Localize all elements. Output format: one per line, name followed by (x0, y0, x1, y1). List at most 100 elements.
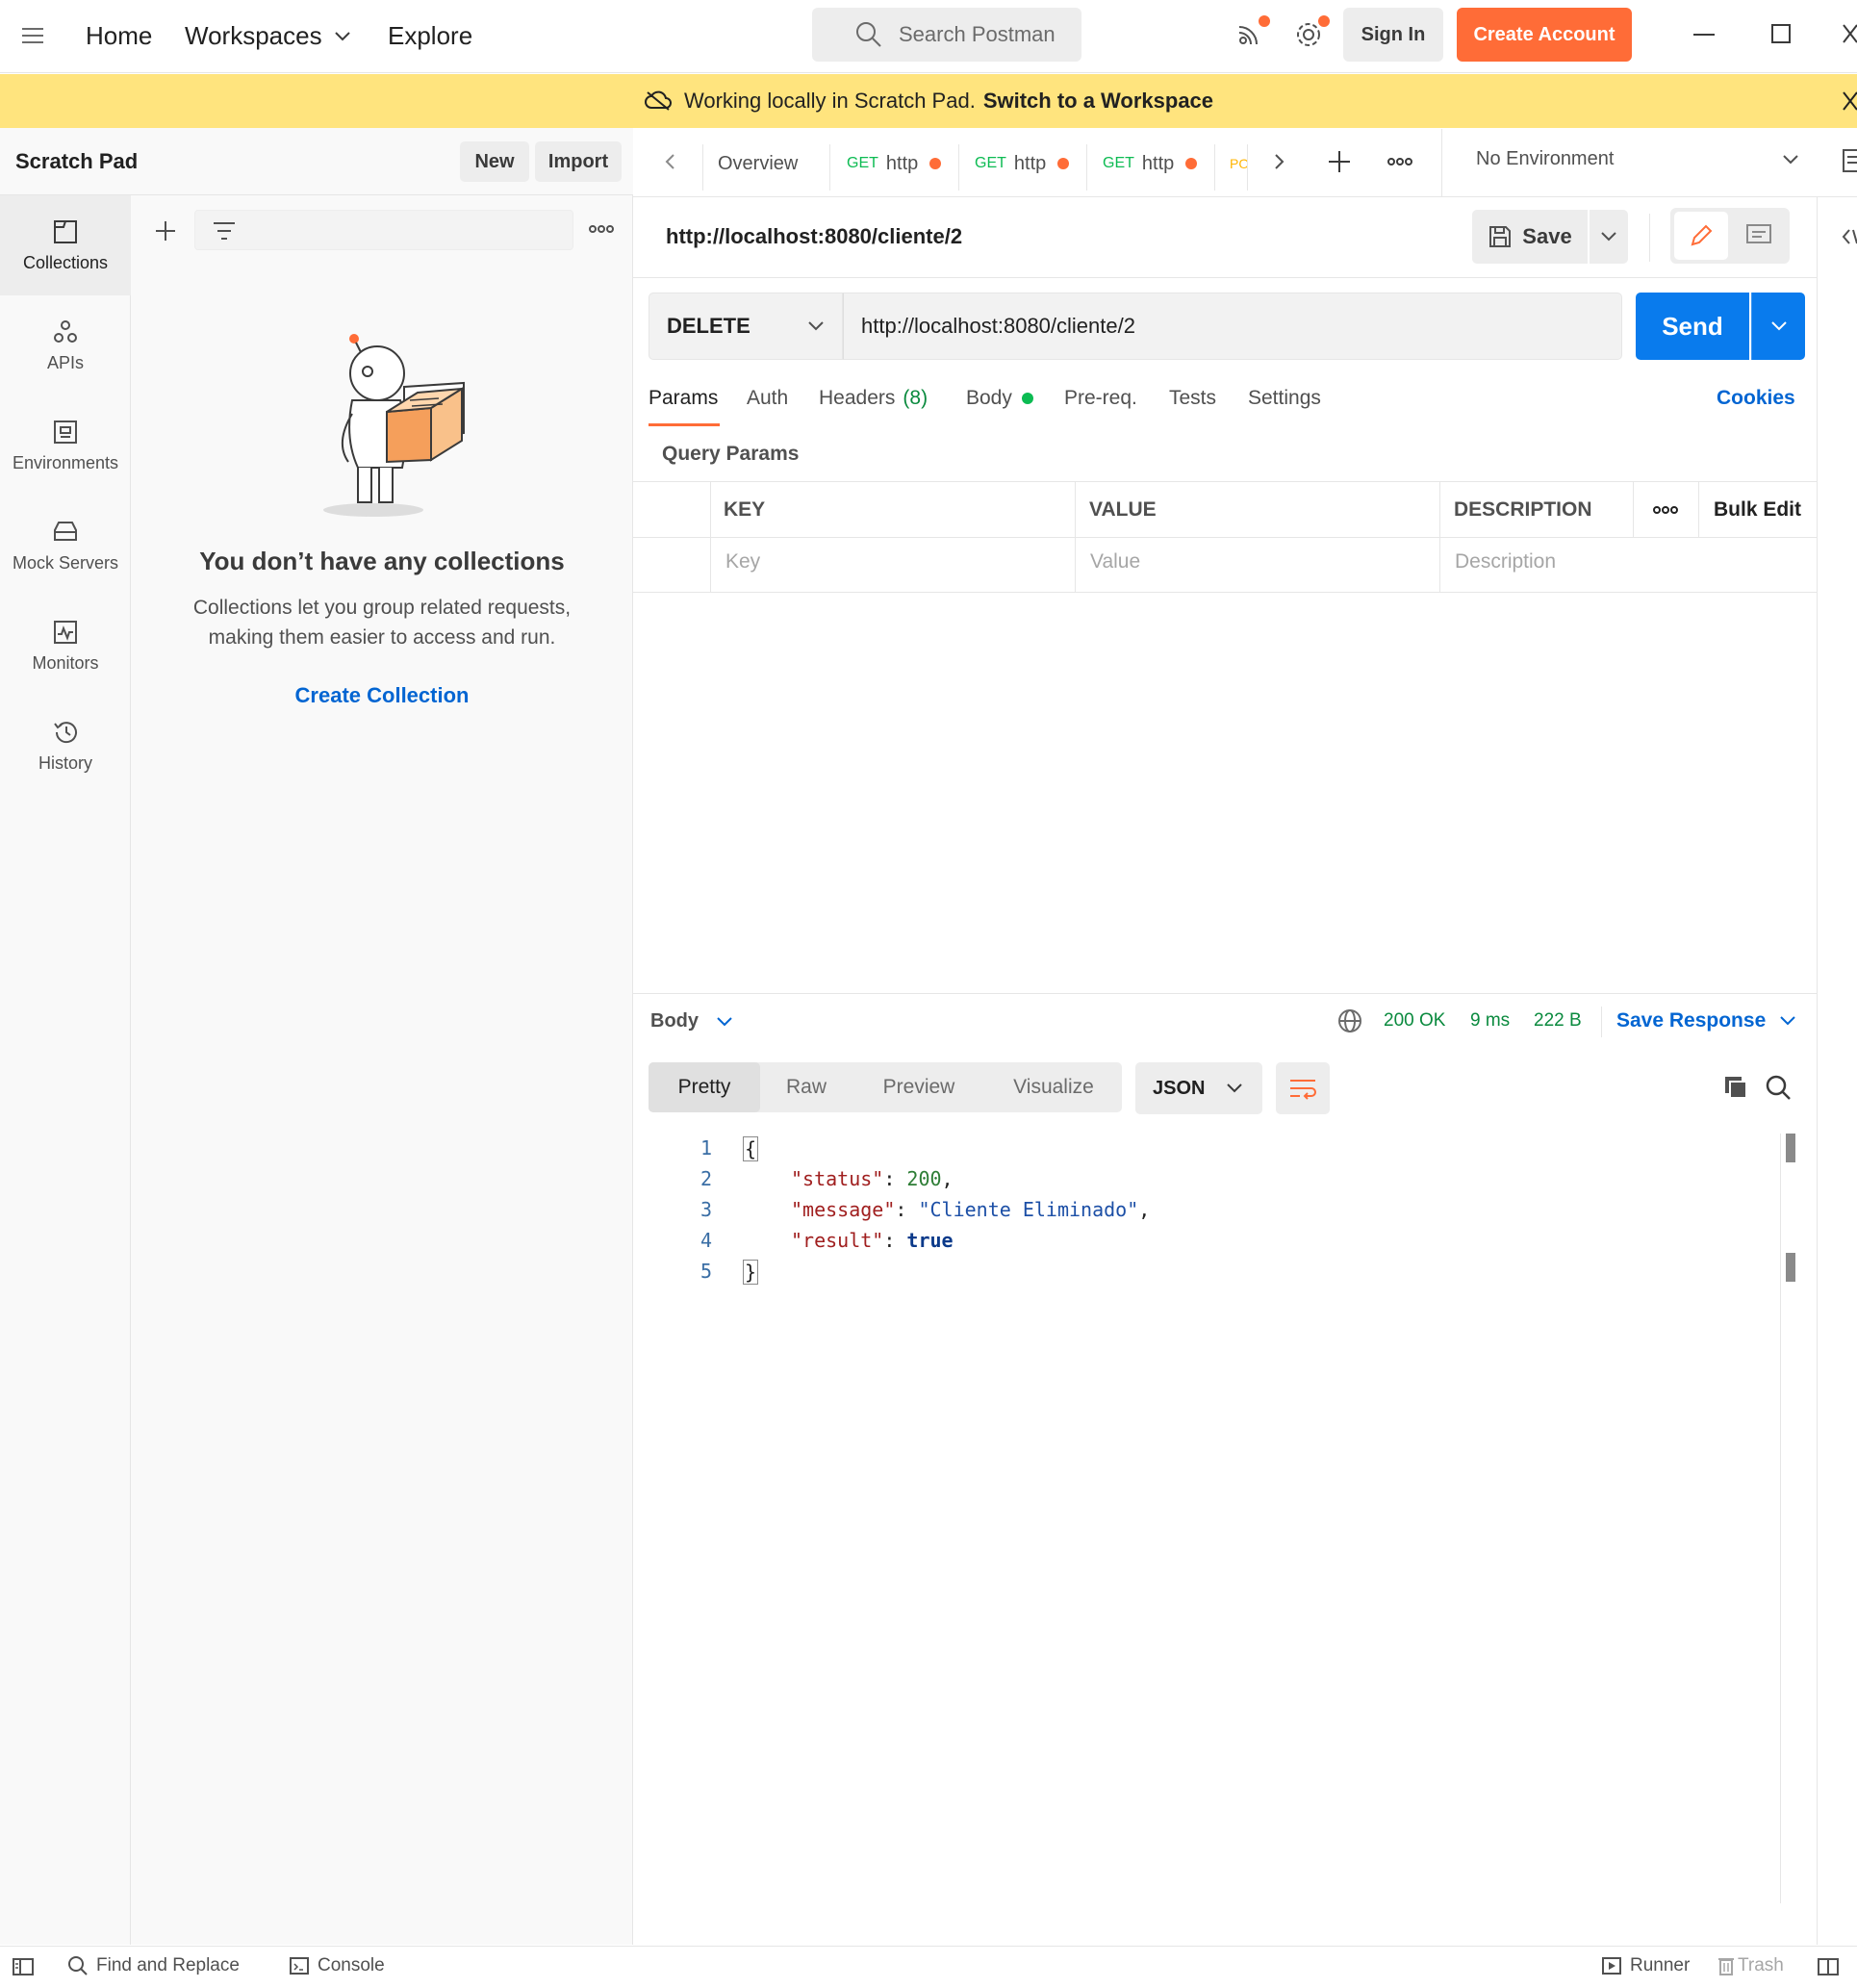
send-dropdown-button[interactable] (1751, 293, 1805, 360)
trash-button[interactable]: Trash (1717, 1955, 1784, 1976)
tabs-more-icon[interactable] (1387, 156, 1412, 167)
nav-home[interactable]: Home (86, 21, 152, 51)
scratch-pad-banner: Working locally in Scratch Pad. Switch t… (0, 74, 1857, 128)
nav-workspaces[interactable]: Workspaces (185, 21, 351, 51)
response-divider[interactable] (633, 993, 1817, 994)
tab-settings[interactable]: Settings (1248, 387, 1321, 410)
tab-auth[interactable]: Auth (747, 387, 788, 410)
copy-icon[interactable] (1722, 1074, 1749, 1101)
status-bar (0, 1946, 1857, 1988)
search-icon (854, 20, 883, 49)
window-close-icon[interactable] (1842, 23, 1857, 46)
environment-quick-look-icon[interactable] (1842, 148, 1857, 173)
create-collection-link[interactable]: Create Collection (131, 683, 633, 708)
line-number: 1 (700, 1136, 712, 1160)
new-tab-plus-icon[interactable] (1328, 150, 1351, 173)
tab-params[interactable]: Params (649, 387, 718, 410)
view-tab-pretty[interactable]: Pretty (649, 1062, 760, 1112)
tab-body[interactable]: Body (966, 387, 1033, 410)
rail-item-monitors[interactable]: Monitors (0, 596, 131, 696)
search-response-icon[interactable] (1765, 1074, 1792, 1101)
runner-play-icon (1601, 1956, 1630, 1975)
save-button[interactable]: Save (1472, 210, 1588, 264)
window-minimize-icon[interactable] (1693, 33, 1717, 37)
more-options-icon[interactable] (589, 223, 614, 235)
tab-body-label: Body (966, 387, 1012, 409)
rail-label-environments: Environments (12, 452, 119, 472)
tab-overview[interactable]: Overview (718, 142, 798, 185)
response-size[interactable]: 222 B (1534, 1010, 1582, 1032)
globe-icon[interactable] (1337, 1008, 1362, 1033)
value-input[interactable]: Value (1090, 550, 1140, 573)
rail-item-apis[interactable]: APIs (0, 295, 131, 395)
wrap-lines-button[interactable] (1276, 1062, 1330, 1114)
view-tab-raw[interactable]: Raw (760, 1062, 852, 1112)
sync-status-icon[interactable] (1234, 15, 1270, 54)
editor-scrollbar-marker[interactable] (1786, 1253, 1795, 1282)
bulk-edit-button[interactable]: Bulk Edit (1714, 498, 1801, 522)
comments-button[interactable] (1732, 212, 1786, 260)
response-time[interactable]: 9 ms (1470, 1010, 1510, 1032)
unsaved-dot-icon (1185, 158, 1198, 169)
console-button[interactable]: Console (289, 1955, 385, 1976)
tabs-scroll-right-icon[interactable] (1272, 152, 1285, 171)
sign-in-button[interactable]: Sign In (1343, 8, 1443, 62)
collections-icon (52, 218, 79, 253)
runner-button[interactable]: Runner (1601, 1955, 1690, 1976)
table-options-icon[interactable] (1653, 504, 1678, 516)
rail-item-mock-servers[interactable]: Mock Servers (0, 496, 131, 596)
import-button[interactable]: Import (535, 141, 622, 182)
toggle-sidebar-icon[interactable] (12, 1957, 35, 1976)
banner-close-icon[interactable] (1842, 90, 1857, 112)
save-response-button[interactable]: Save Response (1616, 1009, 1796, 1032)
response-status[interactable]: 200 OK (1384, 1010, 1445, 1032)
collections-filter-input[interactable] (194, 210, 573, 250)
new-button[interactable]: New (460, 141, 529, 182)
view-tab-visualize[interactable]: Visualize (991, 1062, 1116, 1112)
find-replace-button[interactable]: Find and Replace (67, 1955, 240, 1976)
nav-explore[interactable]: Explore (388, 21, 472, 51)
tabs-scroll-left-icon[interactable] (664, 152, 677, 171)
request-title[interactable]: http://localhost:8080/cliente/2 (666, 224, 962, 249)
tab-headers[interactable]: Headers (8) (819, 387, 928, 410)
filter-icon[interactable] (212, 219, 237, 242)
code-snippet-icon[interactable] (1842, 227, 1857, 246)
description-input[interactable]: Description (1455, 550, 1556, 573)
method-label: DELETE (667, 314, 750, 338)
save-disk-icon (1488, 224, 1513, 249)
switch-workspace-link[interactable]: Switch to a Workspace (983, 89, 1213, 114)
tab-request-3[interactable]: GET http (1103, 142, 1198, 185)
environment-selector[interactable]: No Environment (1476, 148, 1799, 170)
editor-scrollbar-marker[interactable] (1786, 1134, 1795, 1162)
tab-request-partial[interactable]: PO (1230, 142, 1247, 185)
console-label: Console (318, 1955, 385, 1975)
tab-prereq[interactable]: Pre-req. (1064, 387, 1137, 410)
create-account-button[interactable]: Create Account (1457, 8, 1632, 62)
edit-mode-button[interactable] (1674, 212, 1728, 260)
tab-method: GET (975, 155, 1006, 171)
cookies-link[interactable]: Cookies (1717, 387, 1795, 410)
search-input[interactable]: Search Postman (812, 8, 1081, 62)
view-tab-preview[interactable]: Preview (862, 1062, 976, 1112)
chevron-down-icon (334, 31, 351, 42)
rail-item-environments[interactable]: Environments (0, 395, 131, 496)
method-select[interactable]: DELETE (649, 293, 843, 360)
response-body-select[interactable]: Body (650, 1010, 733, 1032)
tab-request-2[interactable]: GET http (975, 142, 1070, 185)
format-select[interactable]: JSON (1135, 1062, 1262, 1114)
tab-request-1[interactable]: GET http (847, 142, 942, 185)
add-collection-icon[interactable] (154, 219, 177, 242)
url-input[interactable]: http://localhost:8080/cliente/2 (843, 293, 1622, 360)
hamburger-menu-icon[interactable] (21, 25, 46, 46)
rail-item-collections[interactable]: Collections (0, 195, 131, 295)
nav-workspaces-label: Workspaces (185, 21, 322, 50)
json-line: "message": "Cliente Eliminado", (791, 1198, 1151, 1221)
rail-item-history[interactable]: History (0, 696, 131, 796)
window-maximize-icon[interactable] (1770, 23, 1792, 44)
two-pane-view-icon[interactable] (1817, 1957, 1840, 1976)
save-dropdown-button[interactable] (1590, 210, 1628, 264)
settings-gear-icon[interactable] (1293, 15, 1330, 54)
send-button[interactable]: Send (1636, 293, 1749, 360)
tab-tests[interactable]: Tests (1169, 387, 1216, 410)
key-input[interactable]: Key (725, 550, 760, 573)
